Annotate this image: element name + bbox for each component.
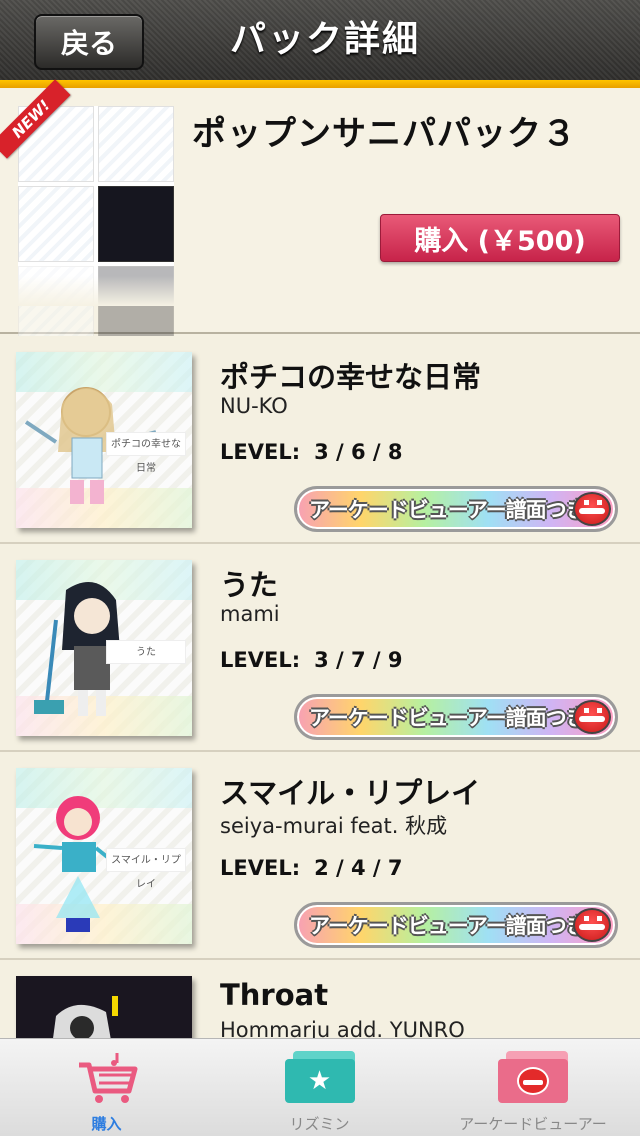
level-values: 2 / 4 / 7 [314,856,403,880]
artwork-caption: スマイル・リプレイ [106,848,186,890]
tab-rhythmin[interactable]: ★ リズミン [213,1039,426,1136]
level-label: LEVEL: [220,648,301,672]
pack-thumb-cell [98,106,174,182]
song-artwork [16,976,192,1038]
song-level: LEVEL: 3 / 7 / 9 [220,648,403,672]
song-artwork: うた [16,560,192,736]
popkun-icon [573,908,611,942]
tab-label: アーケードビューアー [459,1115,607,1133]
pack-thumbnail [18,106,174,342]
pack-name: ポップンサニパパック３ [192,114,577,154]
song-row[interactable]: Throat Hommarju add. YUNRO [0,960,640,1038]
tab-bar: 購入 ★ リズミン アーケードビューアー [0,1038,640,1136]
song-artwork: ポチコの幸せな日常 [16,352,192,528]
navigation-bar: 戻る パック詳細 [0,0,640,80]
song-artist: NU-KO [220,394,288,418]
song-title: Throat [220,978,329,1012]
popkun-folder-icon [498,1051,568,1103]
pack-thumb-cell [98,186,174,262]
page-title: パック詳細 [230,19,421,60]
back-button[interactable]: 戻る [34,14,144,70]
artwork-caption: うた [106,640,186,664]
level-label: LEVEL: [220,440,301,464]
song-artwork: スマイル・リプレイ [16,768,192,944]
song-artist: Hommarju add. YUNRO [220,1018,465,1038]
thumb-fade [18,276,174,306]
arcade-viewer-badge[interactable]: アーケードビューアー譜面つき [294,486,618,532]
song-title: ポチコの幸せな日常 [220,360,482,394]
song-row[interactable]: スマイル・リプレイ スマイル・リプレイ seiya-murai feat. 秋成… [0,752,640,960]
buy-button[interactable]: 購入 (￥500) [380,214,620,262]
pack-info-panel: NEW! ポップンサニパパック３ 購入 (￥500) [0,79,640,342]
character-illustration [53,996,118,1038]
arcade-badge-label: アーケードビューアー譜面つき [309,498,587,522]
song-row[interactable]: ポチコの幸せな日常 ポチコの幸せな日常 NU-KO LEVEL: 3 / 6 /… [0,336,640,544]
arcade-viewer-badge[interactable]: アーケードビューアー譜面つき [294,902,618,948]
arcade-viewer-badge[interactable]: アーケードビューアー譜面つき [294,694,618,740]
song-list[interactable]: ポチコの幸せな日常 ポチコの幸せな日常 NU-KO LEVEL: 3 / 6 /… [0,336,640,1038]
song-row[interactable]: うた うた mami LEVEL: 3 / 7 / 9 アーケードビューアー譜面… [0,544,640,752]
popkun-icon [573,492,611,526]
song-title: うた [220,568,279,602]
song-level: LEVEL: 2 / 4 / 7 [220,856,403,880]
level-label: LEVEL: [220,856,301,880]
tab-label: リズミン [289,1115,350,1133]
header-accent-strip [0,80,640,88]
level-values: 3 / 7 / 9 [314,648,403,672]
level-values: 3 / 6 / 8 [314,440,403,464]
arcade-badge-label: アーケードビューアー譜面つき [309,706,587,730]
tab-arcade-viewer[interactable]: アーケードビューアー [426,1039,640,1136]
arcade-badge-label: アーケードビューアー譜面つき [309,914,587,938]
popkun-icon [573,700,611,734]
artwork-caption: ポチコの幸せな日常 [106,432,186,474]
song-artist: mami [220,602,280,626]
tab-purchase[interactable]: 購入 [0,1039,213,1136]
tab-label: 購入 [91,1115,122,1133]
cart-icon [78,1053,137,1103]
song-title: スマイル・リプレイ [220,776,481,810]
song-artist: seiya-murai feat. 秋成 [220,814,448,838]
pack-thumb-cell [18,186,94,262]
song-level: LEVEL: 3 / 6 / 8 [220,440,403,464]
star-folder-icon: ★ [284,1051,355,1103]
